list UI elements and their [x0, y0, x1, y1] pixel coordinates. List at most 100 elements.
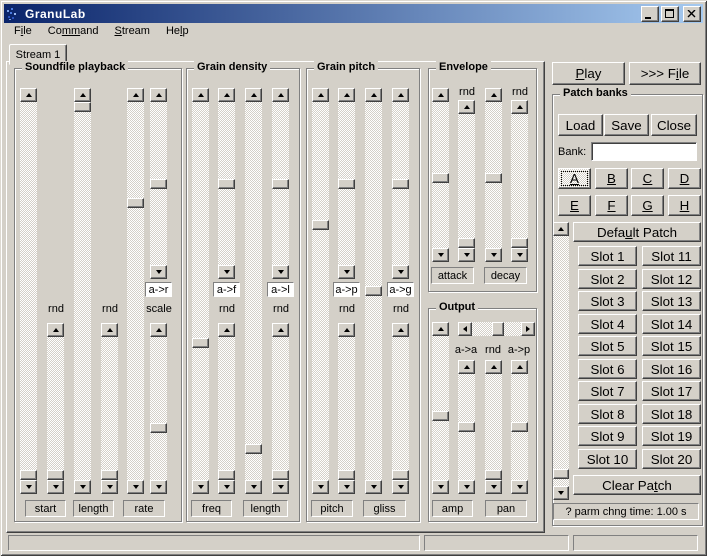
- slot-16-button[interactable]: Slot 16: [642, 359, 701, 379]
- a-to-l-box[interactable]: a->l: [267, 282, 294, 297]
- scroll-up-button[interactable]: [312, 88, 329, 102]
- menu-stream[interactable]: Stream: [107, 24, 158, 40]
- slot-4-button[interactable]: Slot 4: [578, 314, 637, 334]
- scrollbar-grain-length-mod-source[interactable]: [272, 88, 289, 279]
- scrollbar-thumb[interactable]: [392, 470, 409, 480]
- scrollbar-track[interactable]: [485, 374, 502, 480]
- bank-input[interactable]: [591, 142, 697, 161]
- scroll-down-button[interactable]: [218, 480, 235, 494]
- scrollbar-thumb[interactable]: [458, 238, 475, 248]
- scroll-down-button[interactable]: [218, 265, 235, 279]
- scroll-down-button[interactable]: [432, 480, 449, 494]
- scrollbar-track[interactable]: [432, 102, 449, 248]
- scroll-down-button[interactable]: [365, 480, 382, 494]
- scrollbar-output-rnd[interactable]: [485, 360, 502, 494]
- scroll-down-button[interactable]: [458, 248, 475, 262]
- play-button[interactable]: Play: [552, 62, 625, 85]
- menu-help[interactable]: Help: [158, 24, 197, 40]
- scroll-down-button[interactable]: [20, 480, 37, 494]
- scrollbar-track[interactable]: [458, 374, 475, 480]
- slot-19-button[interactable]: Slot 19: [642, 426, 701, 446]
- scroll-up-button[interactable]: [150, 88, 167, 102]
- scrollbar-freq-rnd[interactable]: [218, 323, 235, 494]
- scroll-up-button[interactable]: [392, 323, 409, 337]
- scrollbar-track[interactable]: [218, 337, 235, 480]
- bank-button-g[interactable]: G: [631, 195, 664, 216]
- scrollbar-track[interactable]: [150, 102, 167, 265]
- scrollbar-gliss-rnd[interactable]: [392, 323, 409, 494]
- bank-button-f[interactable]: F: [595, 195, 628, 216]
- bank-button-e[interactable]: E: [558, 195, 591, 216]
- slot-6-button[interactable]: Slot 6: [578, 359, 637, 379]
- scroll-down-button[interactable]: [74, 480, 91, 494]
- slot-3-button[interactable]: Slot 3: [578, 291, 637, 311]
- scroll-up-button[interactable]: [485, 360, 502, 374]
- scroll-down-button[interactable]: [392, 480, 409, 494]
- scroll-up-button[interactable]: [553, 222, 569, 236]
- scrollbar-attack-rnd[interactable]: [458, 100, 475, 262]
- scrollbar-thumb[interactable]: [458, 422, 475, 432]
- bank-button-d[interactable]: D: [668, 168, 701, 189]
- scroll-right-button[interactable]: [521, 322, 535, 336]
- scrollbar-thumb[interactable]: [432, 411, 449, 421]
- default-patch-button[interactable]: Default Patch: [573, 222, 701, 242]
- scrollbar-thumb[interactable]: [511, 238, 528, 248]
- scrollbar-thumb[interactable]: [150, 423, 167, 433]
- scrollbar-rate-scale[interactable]: [150, 323, 167, 494]
- slot-20-button[interactable]: Slot 20: [642, 449, 701, 469]
- scrollbar-thumb[interactable]: [127, 198, 144, 208]
- scrollbar-thumb[interactable]: [392, 179, 409, 189]
- scrollbar-thumb[interactable]: [365, 286, 382, 296]
- scroll-up-button[interactable]: [192, 88, 209, 102]
- scroll-up-button[interactable]: [432, 88, 449, 102]
- scroll-up-button[interactable]: [392, 88, 409, 102]
- scrollbar-rate[interactable]: [127, 88, 144, 494]
- scrollbar-track[interactable]: [511, 114, 528, 248]
- scrollbar-decay-rnd[interactable]: [511, 100, 528, 262]
- titlebar[interactable]: GranuLab: [4, 4, 703, 23]
- scroll-up-button[interactable]: [365, 88, 382, 102]
- slot-1-button[interactable]: Slot 1: [578, 246, 637, 266]
- scroll-down-button[interactable]: [245, 480, 262, 494]
- close-patch-button[interactable]: Close: [651, 114, 697, 136]
- scroll-up-button[interactable]: [218, 323, 235, 337]
- scrollbar-thumb[interactable]: [511, 422, 528, 432]
- scrollbar-thumb[interactable]: [338, 179, 355, 189]
- scrollbar-rate-mod-source[interactable]: [150, 88, 167, 279]
- scrollbar-thumb[interactable]: [47, 470, 64, 480]
- scroll-up-button[interactable]: [511, 360, 528, 374]
- scrollbar-track[interactable]: [272, 337, 289, 480]
- slot-13-button[interactable]: Slot 13: [642, 291, 701, 311]
- scrollbar-track[interactable]: [272, 102, 289, 265]
- scroll-down-button[interactable]: [511, 480, 528, 494]
- scroll-down-button[interactable]: [150, 480, 167, 494]
- scrollbar-thumb[interactable]: [312, 220, 329, 230]
- scrollbar-grain-length-rnd[interactable]: [272, 323, 289, 494]
- scrollbar-freq-mod-source[interactable]: [218, 88, 235, 279]
- scroll-down-button[interactable]: [338, 265, 355, 279]
- scroll-up-button[interactable]: [338, 323, 355, 337]
- scroll-down-button[interactable]: [511, 248, 528, 262]
- scroll-down-button[interactable]: [272, 265, 289, 279]
- scroll-up-button[interactable]: [485, 88, 502, 102]
- scroll-down-button[interactable]: [47, 480, 64, 494]
- scrollbar-thumb[interactable]: [20, 470, 37, 480]
- scrollbar-pan[interactable]: [458, 322, 535, 336]
- scroll-down-button[interactable]: [192, 480, 209, 494]
- scrollbar-track[interactable]: [472, 322, 521, 336]
- scrollbar-track[interactable]: [218, 102, 235, 265]
- scrollbar-track[interactable]: [485, 102, 502, 248]
- scrollbar-thumb[interactable]: [101, 470, 118, 480]
- scrollbar-thumb[interactable]: [338, 470, 355, 480]
- scrollbar-start-rnd[interactable]: [47, 323, 64, 494]
- slot-17-button[interactable]: Slot 17: [642, 381, 701, 401]
- scrollbar-track[interactable]: [101, 337, 118, 480]
- scrollbar-track[interactable]: [365, 102, 382, 480]
- scrollbar-thumb[interactable]: [192, 338, 209, 348]
- scrollbar-thumb[interactable]: [272, 470, 289, 480]
- bank-button-a[interactable]: A: [558, 168, 591, 189]
- scrollbar-gliss-mod-source[interactable]: [392, 88, 409, 279]
- scrollbar-thumb[interactable]: [432, 173, 449, 183]
- scrollbar-thumb[interactable]: [272, 179, 289, 189]
- load-button[interactable]: Load: [558, 114, 603, 136]
